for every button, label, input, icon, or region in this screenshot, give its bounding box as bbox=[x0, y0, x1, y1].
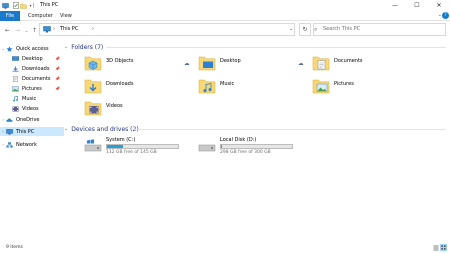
window-title: This PC bbox=[40, 2, 59, 8]
section-divider bbox=[134, 129, 446, 130]
folder-downloads[interactable]: Downloads bbox=[84, 78, 196, 100]
address-dropdown-icon[interactable]: ⌄ bbox=[289, 26, 293, 33]
collapse-chevron-icon[interactable]: ⌄ bbox=[64, 126, 68, 132]
pictures-folder-icon bbox=[312, 79, 330, 94]
network-icon bbox=[6, 141, 13, 148]
pin-icon: 📌 bbox=[55, 56, 60, 61]
pin-icon: 📌 bbox=[55, 76, 60, 81]
status-item-count: 9 items bbox=[6, 245, 23, 250]
up-button[interactable]: ↑ bbox=[30, 26, 39, 35]
ribbon-tabs: File Computer View ⌄ ? bbox=[0, 11, 450, 21]
tab-computer[interactable]: Computer bbox=[28, 11, 53, 21]
large-icons-view-icon[interactable] bbox=[440, 244, 447, 251]
this-pc-icon[interactable] bbox=[2, 2, 9, 9]
pin-icon: 📌 bbox=[55, 66, 60, 71]
navigation-pane: ⌄ Quick access Desktop 📌 Downloads 📌 Doc… bbox=[0, 40, 64, 240]
3d-objects-folder-icon bbox=[84, 56, 102, 71]
downloads-folder-icon bbox=[84, 79, 102, 94]
drive-d[interactable]: Local Disk (D:) 298 GB free of 300 GB bbox=[198, 137, 318, 159]
refresh-button[interactable]: ↻ bbox=[299, 23, 311, 36]
downloads-icon bbox=[12, 66, 19, 72]
system-drive-icon bbox=[84, 139, 102, 152]
drive-c[interactable]: System (C:) 112 GB free of 145 GB bbox=[84, 137, 204, 159]
forward-button[interactable]: → bbox=[13, 26, 22, 35]
title-separator bbox=[33, 3, 34, 8]
maximize-button[interactable]: ☐ bbox=[406, 0, 428, 11]
drive-usage-bar bbox=[220, 144, 293, 149]
sidebar-item-network[interactable]: › Network bbox=[0, 140, 64, 149]
devices-section-header[interactable]: ⌄ Devices and drives (2) bbox=[64, 125, 139, 133]
sidebar-item-downloads[interactable]: Downloads 📌 bbox=[0, 64, 64, 73]
address-pc-icon bbox=[43, 26, 51, 35]
drive-usage-fill bbox=[107, 145, 124, 148]
folder-pictures[interactable]: Pictures bbox=[312, 78, 424, 100]
new-folder-icon[interactable] bbox=[20, 2, 27, 9]
folder-music[interactable]: Music bbox=[198, 78, 310, 100]
folders-section-header[interactable]: ⌄ Folders (7) bbox=[64, 43, 103, 51]
address-path[interactable]: This PC bbox=[60, 26, 78, 33]
computer-icon bbox=[6, 128, 13, 135]
folder-3d-objects[interactable]: 3D Objects ☁ bbox=[84, 55, 196, 77]
folder-videos[interactable]: Videos bbox=[84, 100, 196, 122]
cloud-icon bbox=[6, 117, 13, 122]
videos-folder-icon bbox=[84, 101, 102, 116]
local-disk-icon bbox=[198, 144, 216, 152]
sidebar-item-documents[interactable]: Documents 📌 bbox=[0, 74, 64, 83]
search-icon: ⌕ bbox=[314, 26, 318, 33]
sidebar-item-quick-access[interactable]: ⌄ Quick access bbox=[0, 44, 64, 53]
folder-desktop[interactable]: Desktop ☁ bbox=[198, 55, 310, 77]
sidebar-item-onedrive[interactable]: › OneDrive bbox=[0, 115, 64, 124]
folder-documents[interactable]: Documents bbox=[312, 55, 424, 77]
desktop-folder-icon bbox=[198, 56, 216, 71]
sidebar-item-desktop[interactable]: Desktop 📌 bbox=[0, 54, 64, 63]
cloud-sync-icon: ☁ bbox=[298, 61, 304, 67]
address-root-chevron-icon[interactable]: › bbox=[53, 26, 55, 33]
music-folder-icon bbox=[198, 79, 216, 94]
videos-icon bbox=[12, 106, 19, 111]
minimize-button[interactable]: — bbox=[384, 0, 406, 11]
details-view-icon[interactable] bbox=[432, 244, 439, 251]
tab-view[interactable]: View bbox=[60, 11, 72, 21]
search-input[interactable]: Search This PC bbox=[323, 26, 360, 33]
sidebar-item-music[interactable]: Music bbox=[0, 94, 64, 103]
back-button[interactable]: ← bbox=[3, 26, 12, 35]
drive-usage-bar bbox=[106, 144, 179, 149]
sidebar-item-this-pc[interactable]: › This PC bbox=[0, 127, 64, 136]
tab-file[interactable]: File bbox=[0, 11, 20, 21]
section-divider bbox=[106, 47, 446, 48]
documents-folder-icon bbox=[312, 56, 330, 71]
star-icon bbox=[6, 45, 13, 52]
sidebar-item-pictures[interactable]: Pictures 📌 bbox=[0, 84, 64, 93]
desktop-icon bbox=[12, 55, 19, 61]
collapse-chevron-icon[interactable]: ⌄ bbox=[64, 44, 68, 50]
pictures-icon bbox=[12, 85, 19, 92]
documents-icon bbox=[13, 75, 18, 82]
properties-icon[interactable] bbox=[12, 2, 19, 9]
music-icon bbox=[13, 95, 18, 101]
address-chevron-icon[interactable]: › bbox=[92, 26, 94, 33]
pin-icon: 📌 bbox=[55, 86, 60, 91]
help-icon[interactable]: ? bbox=[442, 12, 449, 19]
cloud-sync-icon: ☁ bbox=[184, 61, 190, 67]
sidebar-item-videos[interactable]: Videos bbox=[0, 104, 64, 113]
close-button[interactable]: ✕ bbox=[428, 0, 450, 11]
title-bar: ▾ This PC — ☐ ✕ bbox=[0, 0, 450, 11]
